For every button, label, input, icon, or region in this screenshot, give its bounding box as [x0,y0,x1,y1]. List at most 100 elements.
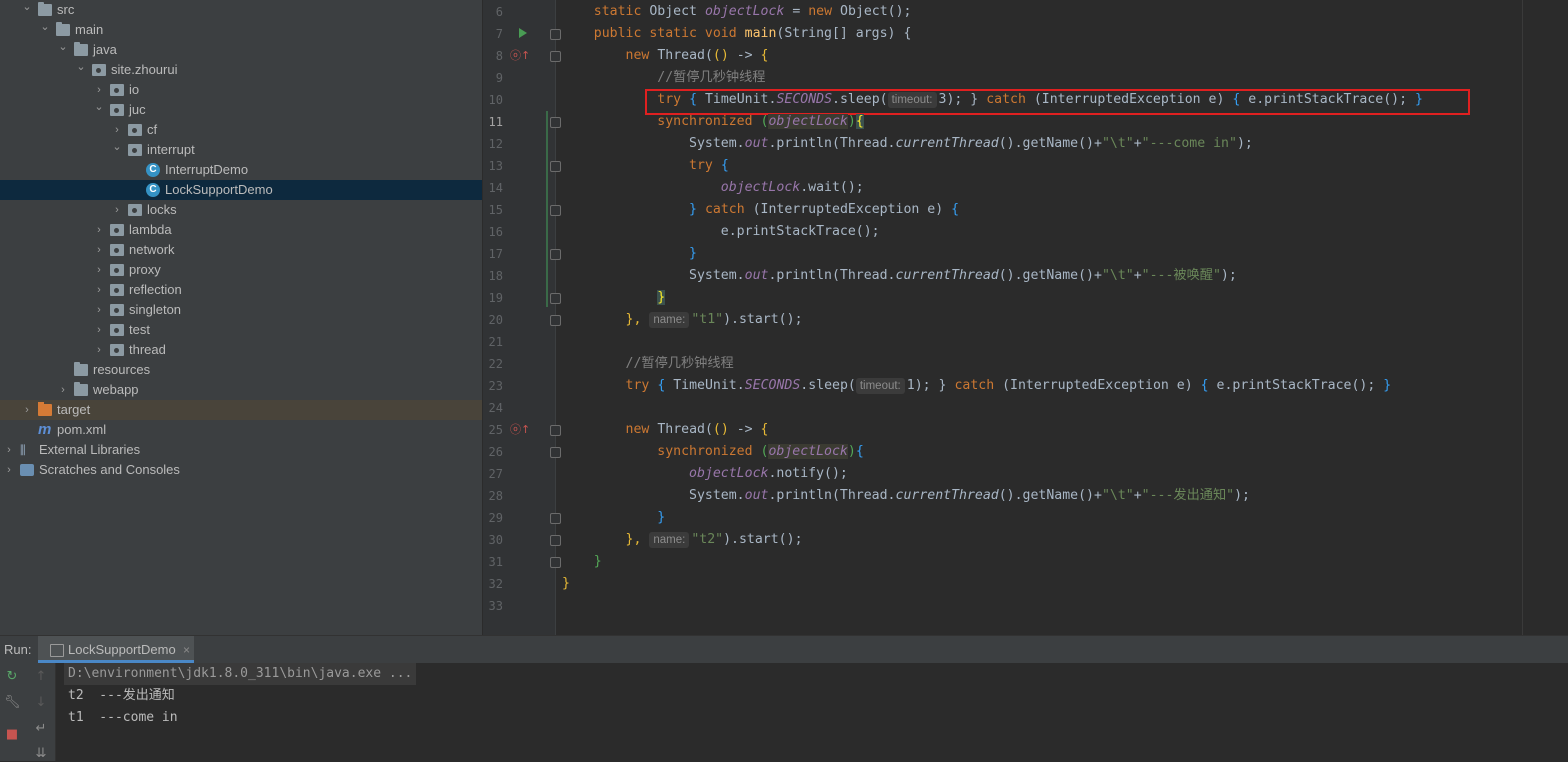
fold-marker-icon[interactable] [550,205,561,216]
fold-marker-icon[interactable] [550,535,561,546]
fold-marker-icon[interactable] [550,117,561,128]
line-number[interactable]: 33 [483,595,503,617]
line-number[interactable]: 23 [483,375,503,397]
chevron-right-icon[interactable]: › [93,300,105,320]
tree-item-interruptdemo[interactable]: C InterruptDemo [0,160,482,180]
fold-marker-icon[interactable] [550,51,561,62]
tree-item-resources[interactable]: resources [0,360,482,380]
tree-item-java[interactable]: ⌄ java [0,40,482,60]
line-number[interactable]: 20 [483,309,503,331]
chevron-down-icon[interactable]: ⌄ [75,60,87,80]
tree-item-main[interactable]: ⌄ main [0,20,482,40]
fold-marker-icon[interactable] [550,557,561,568]
chevron-down-icon[interactable]: ⌄ [57,40,69,60]
tree-item-lambda[interactable]: › lambda [0,220,482,240]
line-number[interactable]: 15 [483,199,503,221]
wrench-icon[interactable]: 🔧︎ [4,695,21,711]
chevron-down-icon[interactable]: ⌄ [21,0,33,20]
chevron-down-icon[interactable]: ⌄ [39,20,51,40]
line-number[interactable]: 28 [483,485,503,507]
fold-marker-icon[interactable] [550,161,561,172]
soft-wrap-icon[interactable]: ↵ [33,721,49,737]
chevron-right-icon[interactable]: › [3,460,15,480]
console-command-line: D:\environment\jdk1.8.0_311\bin\java.exe… [64,663,417,685]
line-number[interactable]: 25 [483,419,503,441]
tree-item-juc[interactable]: ⌄ juc [0,100,482,120]
chevron-right-icon[interactable]: › [93,220,105,240]
fold-marker-icon[interactable] [550,513,561,524]
line-number[interactable]: 17 [483,243,503,265]
stop-icon[interactable]: ■ [4,727,20,743]
line-number[interactable]: 24 [483,397,503,419]
fold-marker-icon[interactable] [550,29,561,40]
line-number[interactable]: 12 [483,133,503,155]
scroll-to-end-icon[interactable]: ⇊ [33,746,49,762]
line-number[interactable]: 13 [483,155,503,177]
tree-item-test[interactable]: › test [0,320,482,340]
run-main-icon[interactable] [519,28,527,38]
line-number[interactable]: 8 [483,45,503,67]
tree-item-reflection[interactable]: › reflection [0,280,482,300]
tree-item-scratches-and-consoles[interactable]: › Scratches and Consoles [0,460,482,480]
chevron-down-icon[interactable]: ⌄ [93,100,105,120]
line-number[interactable]: 10 [483,89,503,111]
tree-item-site-zhourui[interactable]: ⌄ site.zhourui [0,60,482,80]
kw-synchronized: synchronized [657,444,753,459]
chevron-down-icon[interactable]: ⌄ [111,140,123,160]
line-number[interactable]: 27 [483,463,503,485]
fold-marker-icon[interactable] [550,315,561,326]
tree-item-target[interactable]: › target [0,400,482,420]
tree-item-interrupt[interactable]: ⌄ interrupt [0,140,482,160]
line-number[interactable]: 31 [483,551,503,573]
chevron-right-icon[interactable]: › [93,280,105,300]
line-number[interactable]: 9 [483,67,503,89]
line-number[interactable]: 30 [483,529,503,551]
tree-item-locks[interactable]: › locks [0,200,482,220]
line-number[interactable]: 14 [483,177,503,199]
line-number[interactable]: 6 [483,1,503,23]
fold-marker-icon[interactable] [550,425,561,436]
line-number[interactable]: 32 [483,573,503,595]
chevron-right-icon[interactable]: › [3,440,15,460]
line-number[interactable]: 21 [483,331,503,353]
chevron-right-icon[interactable]: › [93,340,105,360]
chevron-right-icon[interactable]: › [93,260,105,280]
line-number[interactable]: 29 [483,507,503,529]
chevron-right-icon[interactable]: › [57,380,69,400]
brace: } [657,290,666,305]
chevron-right-icon[interactable]: › [111,120,123,140]
close-icon[interactable]: × [183,636,190,664]
down-arrow-icon[interactable]: ↓ [33,695,49,711]
rerun-icon[interactable]: ↻ [4,669,20,685]
tree-item-src[interactable]: ⌄ src [0,0,482,20]
tree-item-locksupportdemo[interactable]: C LockSupportDemo [0,180,482,200]
line-number[interactable]: 18 [483,265,503,287]
brace: }, [625,532,642,547]
line-number[interactable]: 26 [483,441,503,463]
tree-item-webapp[interactable]: › webapp [0,380,482,400]
fold-marker-icon[interactable] [550,249,561,260]
tree-item-cf[interactable]: › cf [0,120,482,140]
chevron-right-icon[interactable]: › [21,400,33,420]
tree-item-network[interactable]: › network [0,240,482,260]
line-number[interactable]: 7 [483,23,503,45]
chevron-right-icon[interactable]: › [93,240,105,260]
console-output[interactable]: D:\environment\jdk1.8.0_311\bin\java.exe… [56,663,1568,761]
fold-marker-icon[interactable] [550,447,561,458]
chevron-right-icon[interactable]: › [93,320,105,340]
line-number[interactable]: 16 [483,221,503,243]
tree-item-thread[interactable]: › thread [0,340,482,360]
fold-marker-icon[interactable] [550,293,561,304]
line-number[interactable]: 19 [483,287,503,309]
up-arrow-icon[interactable]: ↑ [33,669,49,685]
run-tab[interactable]: LockSupportDemo × [38,636,194,663]
tree-item-external-libraries[interactable]: › ⫼ External Libraries [0,440,482,460]
chevron-right-icon[interactable]: › [111,200,123,220]
tree-item-pom-xml[interactable]: m pom.xml [0,420,482,440]
tree-item-singleton[interactable]: › singleton [0,300,482,320]
line-number[interactable]: 22 [483,353,503,375]
chevron-right-icon[interactable]: › [93,80,105,100]
line-number[interactable]: 11 [483,111,503,133]
tree-item-io[interactable]: › io [0,80,482,100]
tree-item-proxy[interactable]: › proxy [0,260,482,280]
